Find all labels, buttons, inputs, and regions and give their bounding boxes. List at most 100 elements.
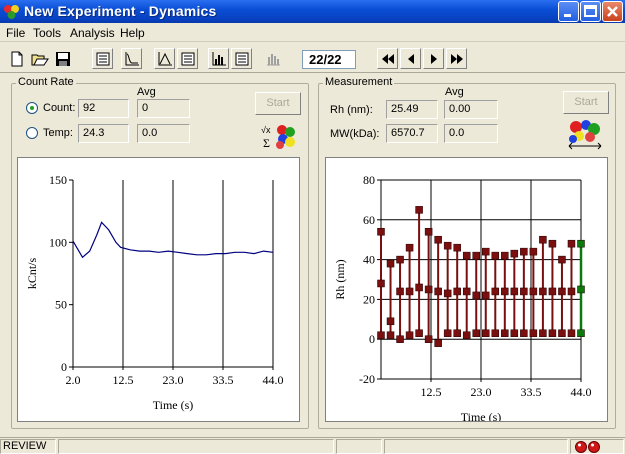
status-panel-4 (384, 439, 568, 454)
bar-chart-button[interactable] (262, 48, 283, 69)
x-tick-label: 23.0 (163, 373, 184, 387)
temp-value: 24.3 (78, 124, 129, 143)
measurement-start-button[interactable]: Start (563, 91, 609, 114)
rh-data-point (424, 335, 433, 343)
minimize-icon (564, 14, 571, 17)
rh-data-point (377, 279, 385, 288)
rh-value: 25.49 (386, 100, 438, 119)
rh-data-point (548, 287, 557, 296)
last-record-button[interactable] (446, 48, 467, 69)
count-rate-label: Count Rate (16, 76, 76, 88)
rh-data-point (491, 251, 500, 260)
rh-data-point (405, 243, 414, 252)
rh-data-point (386, 317, 395, 326)
mw-avg-value: 0.0 (444, 124, 498, 143)
report-button[interactable] (92, 48, 113, 69)
new-button[interactable] (6, 48, 27, 69)
menu-file[interactable]: File (6, 26, 25, 40)
rh-data-point (462, 287, 471, 296)
rh-data-point (386, 331, 395, 339)
rh-data-point (548, 329, 557, 337)
rh-data-point (434, 287, 442, 296)
save-button[interactable] (52, 48, 73, 69)
rh-data-point (472, 291, 480, 300)
previous-arrow-icon (407, 53, 414, 64)
rh-data-point (424, 285, 433, 294)
particle-size-button[interactable] (566, 117, 604, 151)
distribution-button[interactable] (154, 48, 175, 69)
menu-tools[interactable]: Tools (33, 26, 61, 40)
x-axis-title: Time (s) (153, 398, 194, 412)
rh-data-point (443, 241, 452, 250)
last-arrow-icon (450, 53, 463, 64)
rh-data-point (482, 247, 490, 256)
open-button[interactable] (29, 48, 50, 69)
statistics-sigma-icon: √x Σ (261, 125, 295, 150)
rh-data-point (558, 287, 566, 296)
y-axis-title: Rh (nm) (333, 259, 347, 299)
minimize-button[interactable] (558, 1, 579, 22)
rh-data-point (510, 329, 519, 337)
x-tick-label: 23.0 (471, 385, 492, 399)
status-panel-2 (58, 439, 334, 454)
menu-analysis[interactable]: Analysis (70, 26, 115, 40)
histogram-icon (212, 51, 226, 65)
particle-spheres-icon (568, 120, 602, 150)
rh-data-point (529, 287, 538, 296)
count-value: 92 (78, 99, 129, 118)
rh-data-point (453, 329, 461, 337)
svg-text:Σ: Σ (263, 136, 270, 150)
table-list-icon (181, 52, 194, 65)
rh-data-point (434, 339, 442, 347)
x-tick-label: 44.0 (263, 373, 284, 387)
rh-data-point (510, 249, 519, 258)
status-mode: REVIEW (0, 439, 56, 454)
measurement-label: Measurement (323, 76, 395, 88)
rh-data-point (377, 227, 385, 236)
rh-data-point (396, 255, 404, 264)
x-tick-label: 12.5 (421, 385, 442, 399)
maximize-button[interactable] (580, 1, 601, 22)
y-axis-title: kCnt/s (25, 258, 39, 290)
rh-data-point (529, 329, 538, 337)
next-record-button[interactable] (423, 48, 444, 69)
y-tick-label: 60 (363, 213, 375, 227)
x-tick-label: 2.0 (66, 373, 81, 387)
menu-help[interactable]: Help (120, 26, 145, 40)
rh-data-point (558, 329, 566, 337)
rh-data-point (567, 239, 576, 248)
app-icon (4, 5, 19, 19)
rh-data-point (396, 287, 404, 296)
hydrodynamic-radius-chart: 12.5 23.0 33.5 44.0 -20 0 20 40 60 80 Time (s) Rh (… (333, 173, 592, 421)
count-avg-value: 0 (137, 99, 190, 118)
first-arrow-icon (381, 53, 394, 64)
rh-data-point (491, 287, 500, 296)
count-radio[interactable] (26, 102, 38, 114)
close-button[interactable] (602, 1, 623, 22)
rh-data-point (548, 239, 557, 248)
correlation-button[interactable] (121, 48, 142, 69)
statistics-button[interactable]: √x Σ (259, 120, 297, 150)
histogram-table-button[interactable] (231, 48, 252, 69)
rh-data-point (501, 251, 509, 260)
temp-label: Temp: (43, 127, 73, 139)
previous-record-button[interactable] (400, 48, 421, 69)
histogram-button[interactable] (208, 48, 229, 69)
measurement-avg-header: Avg (445, 86, 464, 98)
rh-data-point (462, 331, 471, 339)
rh-data-point (405, 331, 414, 339)
temp-radio[interactable] (26, 127, 38, 139)
y-tick-label: 0 (61, 360, 67, 374)
rh-data-point (501, 287, 509, 296)
status-bar: REVIEW (0, 437, 625, 454)
rh-data-point (567, 287, 576, 296)
count-rate-plot: 2.0 12.5 23.0 33.5 44.0 0 50 100 150 Time (s) kCnt… (17, 157, 300, 422)
count-start-button[interactable]: Start (255, 92, 301, 115)
status-indicator-icon (575, 441, 600, 453)
menu-bar: File Tools Analysis Help (0, 23, 625, 42)
first-record-button[interactable] (377, 48, 398, 69)
distribution-table-button[interactable] (177, 48, 198, 69)
window-title: New Experiment - Dynamics (24, 3, 217, 19)
new-file-icon (11, 51, 22, 66)
y-tick-label: 100 (49, 235, 67, 249)
